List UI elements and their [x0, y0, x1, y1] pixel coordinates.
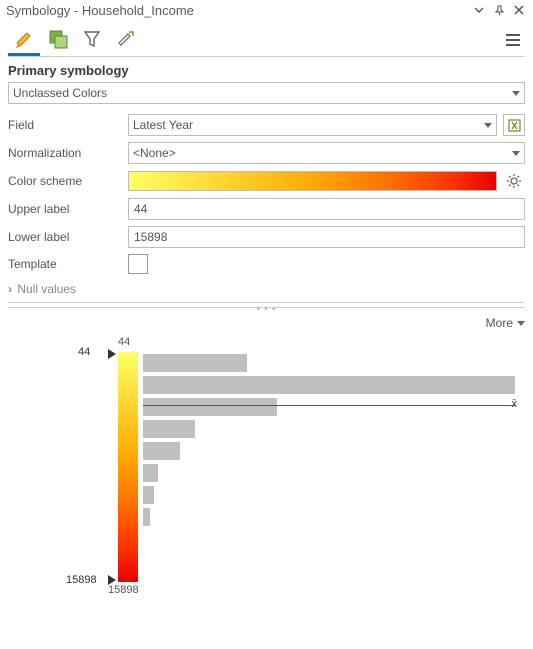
upper-label-label: Upper label [8, 202, 128, 216]
pin-icon [494, 5, 505, 16]
more-label: More [486, 316, 513, 330]
panel-splitter[interactable]: • • • [8, 302, 525, 308]
color-ramp [118, 352, 138, 582]
caret-down-icon [484, 123, 492, 128]
field-value: Latest Year [133, 118, 484, 132]
histogram-bar [143, 464, 158, 482]
ramp-top-inner-label: 44 [118, 336, 130, 348]
histogram-bar [143, 486, 154, 504]
field-dropdown[interactable]: Latest Year [128, 114, 497, 136]
null-values-expander[interactable]: › Null values [8, 282, 525, 296]
primary-symbology-heading: Primary symbology [8, 63, 525, 78]
lower-label-label: Lower label [8, 230, 128, 244]
colorscheme-options-button[interactable] [503, 170, 525, 192]
chevron-down-icon [474, 5, 484, 15]
symbology-panel: Symbology - Household_Income [0, 0, 533, 602]
symbology-type-dropdown[interactable]: Unclassed Colors [8, 82, 525, 104]
paintbrush-icon [13, 28, 35, 50]
null-values-label: Null values [17, 282, 76, 296]
histogram-upper-handle[interactable] [108, 349, 116, 359]
ramp-bottom-outer-label: 15898 [66, 574, 97, 586]
vary-icon [47, 28, 69, 50]
histogram-bar [143, 508, 150, 526]
grip-icon: • • • [257, 304, 276, 314]
panel-titlebar: Symbology - Household_Income [0, 0, 533, 20]
tab-vary-by-attribute[interactable] [42, 24, 74, 56]
pin-button[interactable] [491, 2, 507, 18]
histogram-bars: x̄ [143, 354, 515, 584]
expression-button[interactable] [503, 114, 525, 136]
histogram-bar [143, 354, 247, 372]
normalization-value: <None> [133, 146, 512, 160]
normalization-label: Normalization [8, 146, 128, 160]
template-swatch[interactable] [128, 254, 148, 274]
caret-down-icon [517, 321, 525, 326]
template-label: Template [8, 257, 128, 271]
tools-icon [115, 28, 137, 50]
histogram-bar [143, 376, 515, 394]
field-label: Field [8, 118, 128, 132]
tab-symbol-layers[interactable] [76, 24, 108, 56]
tab-primary-symbology[interactable] [8, 24, 40, 56]
colorscheme-dropdown[interactable] [128, 171, 497, 191]
lower-label-input[interactable] [128, 226, 525, 248]
chevron-right-icon: › [8, 282, 12, 296]
mean-line [143, 405, 515, 406]
ramp-bottom-inner-label: 15898 [108, 584, 139, 596]
normalization-dropdown[interactable]: <None> [128, 142, 525, 164]
symbology-type-value: Unclassed Colors [13, 86, 512, 100]
histogram: 44 44 15898 15898 x̄ [8, 342, 525, 602]
colorscheme-label: Color scheme [8, 174, 128, 188]
expression-icon [508, 119, 521, 132]
gear-icon [506, 173, 522, 189]
symbology-toolbar [0, 22, 533, 56]
close-icon [514, 5, 524, 15]
mean-label: x̄ [512, 398, 518, 410]
ramp-top-outer-label: 44 [78, 346, 90, 358]
histogram-bar [143, 420, 195, 438]
autohide-button[interactable] [471, 2, 487, 18]
caret-down-icon [512, 151, 520, 156]
funnel-icon [82, 29, 102, 49]
upper-label-input[interactable] [128, 198, 525, 220]
histogram-bar [143, 442, 180, 460]
close-button[interactable] [511, 2, 527, 18]
caret-down-icon [512, 91, 520, 96]
hamburger-icon [506, 34, 520, 36]
more-menu-button[interactable]: More [486, 316, 525, 330]
histogram-bar [143, 398, 277, 416]
panel-title: Symbology - Household_Income [6, 3, 467, 18]
tab-advanced[interactable] [110, 24, 142, 56]
menu-button[interactable] [501, 28, 525, 52]
